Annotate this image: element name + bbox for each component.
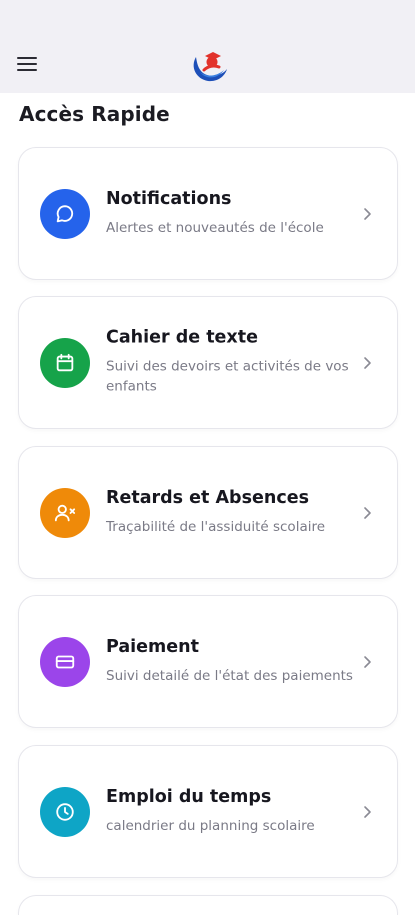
card-title: Cahier de texte bbox=[106, 327, 258, 348]
card-subtitle: Suivi des devoirs et activités de vos en… bbox=[106, 358, 349, 395]
chevron-right-icon bbox=[364, 356, 371, 369]
card-title: Retards et Absences bbox=[106, 487, 309, 508]
card-subtitle: calendrier du planning scolaire bbox=[106, 817, 315, 834]
clock-icon bbox=[40, 786, 90, 837]
card-title: Paiement bbox=[106, 636, 199, 657]
user-x-icon bbox=[40, 487, 90, 538]
section-title: Accès Rapide bbox=[19, 102, 170, 126]
card-title: Notifications bbox=[106, 188, 232, 209]
chevron-right-icon bbox=[364, 207, 371, 220]
card-emploi-du-temps[interactable]: Emploi du temps calendrier du planning s… bbox=[18, 745, 398, 878]
card-partial-next[interactable] bbox=[18, 895, 398, 915]
calendar-icon bbox=[40, 337, 90, 388]
card-subtitle: Traçabilité de l'assiduité scolaire bbox=[106, 518, 326, 535]
card-title: Emploi du temps bbox=[106, 786, 272, 807]
school-logo-icon bbox=[193, 52, 227, 82]
chevron-right-icon bbox=[364, 506, 371, 519]
card-paiement[interactable]: Paiement Suivi detailé de l'état des pai… bbox=[18, 595, 398, 728]
top-app-bar bbox=[0, 0, 415, 93]
card-notifications[interactable]: Notifications Alertes et nouveautés de l… bbox=[18, 147, 398, 280]
card-subtitle: Alertes et nouveautés de l'école bbox=[106, 219, 324, 236]
card-cahier-de-texte[interactable]: Cahier de texte Suivi des devoirs et act… bbox=[18, 296, 398, 429]
chevron-right-icon bbox=[364, 805, 371, 818]
chevron-right-icon bbox=[364, 655, 371, 668]
hamburger-menu-icon[interactable] bbox=[16, 55, 38, 73]
card-retards-absences[interactable]: Retards et Absences Traçabilité de l'ass… bbox=[18, 446, 398, 579]
chat-bubble-icon bbox=[40, 188, 90, 239]
card-subtitle: Suivi detailé de l'état des paiements bbox=[106, 667, 353, 684]
credit-card-icon bbox=[40, 636, 90, 687]
